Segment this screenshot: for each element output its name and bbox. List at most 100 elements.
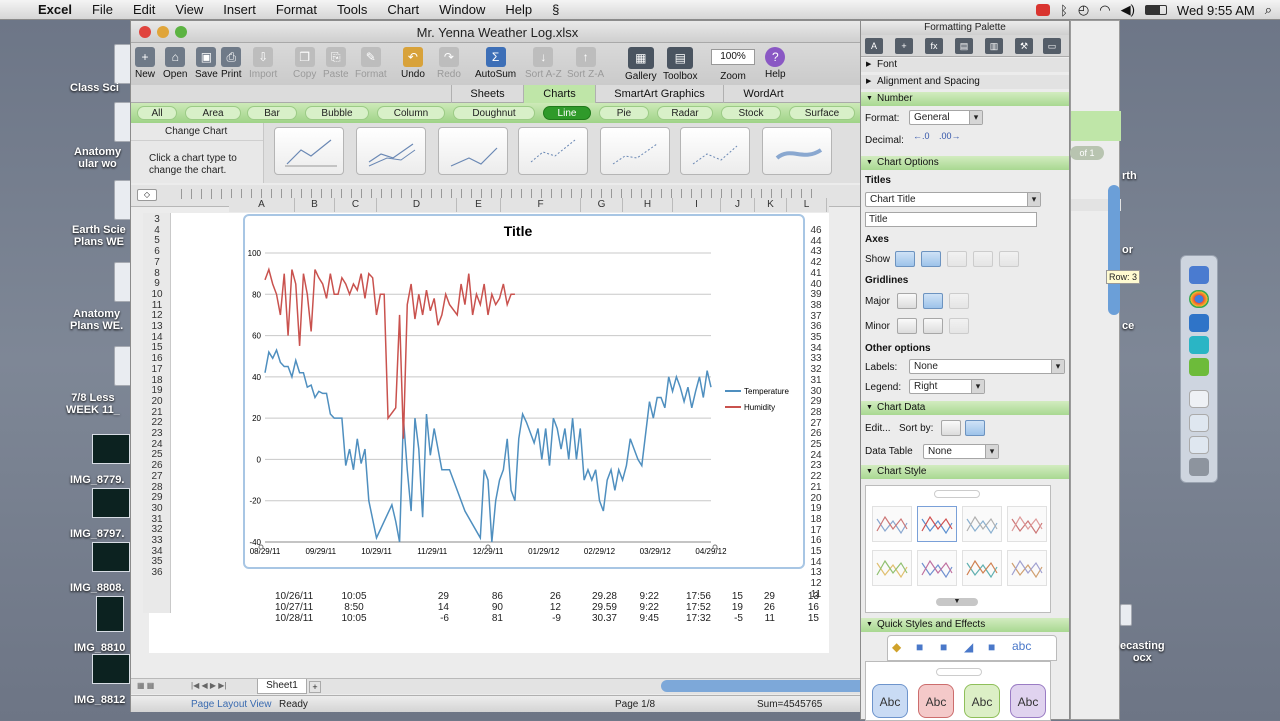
decrease-decimal-icon[interactable]: .00→ [939, 131, 961, 141]
app-icon[interactable] [1189, 336, 1209, 354]
chart-type-column[interactable]: Column [377, 106, 445, 120]
minor-depth-gridlines-button[interactable] [949, 318, 969, 334]
redo-button[interactable]: ↷ Redo [437, 47, 461, 80]
table-cell[interactable]: -9 [515, 613, 561, 624]
chart-style-thumbnail[interactable] [872, 550, 912, 586]
tab-smartart[interactable]: SmartArt Graphics [595, 85, 723, 103]
zoom-select[interactable]: 100% [711, 49, 755, 65]
row-header[interactable]: 23 [143, 428, 171, 440]
series-in-columns-button[interactable] [965, 420, 985, 436]
window-titlebar[interactable]: Mr. Yenna Weather Log.xlsx [131, 21, 864, 43]
cell-value[interactable]: 28 [806, 407, 826, 419]
table-cell[interactable]: 86 [457, 591, 503, 602]
line-chart-thumbnail[interactable] [438, 127, 508, 175]
table-cell[interactable]: 15 [773, 613, 819, 624]
table-cell[interactable]: 13 [773, 591, 819, 602]
chart-style-thumbnail[interactable] [962, 550, 1002, 586]
chart-style-thumbnail[interactable] [1007, 550, 1047, 586]
quick-style-blue[interactable]: Abc [872, 684, 908, 718]
table-cell[interactable]: 10/28/11 [275, 613, 321, 624]
desktop-item-label[interactable]: IMG_8810 [74, 642, 125, 654]
major-horizontal-gridlines-button[interactable] [897, 293, 917, 309]
chart-title-select[interactable]: Chart Title [865, 192, 1041, 207]
table-cell[interactable]: 26 [515, 591, 561, 602]
table-cell[interactable]: 81 [457, 613, 503, 624]
chart-object[interactable]: Title 100 80 60 40 20 0 -20 -40 08/29/11 09/29/11 1… [243, 214, 805, 569]
zoom-control[interactable]: 100% Zoom [711, 47, 755, 82]
table-cell[interactable]: 10:05 [331, 591, 377, 602]
palette-title[interactable]: Formatting Palette [861, 21, 1069, 35]
row-header[interactable]: 20 [143, 396, 171, 408]
major-vertical-gridlines-button[interactable] [923, 293, 943, 309]
document-icon[interactable] [1189, 436, 1209, 454]
reference-tools-icon[interactable]: ▥ [985, 38, 1003, 54]
gallery-scroll-down-icon[interactable]: ▼ [936, 598, 978, 606]
menu-format[interactable]: Format [266, 2, 327, 17]
line-style-icon[interactable]: ◢ [964, 640, 973, 654]
document-icon[interactable] [1189, 390, 1209, 408]
spotlight-icon[interactable]: ⌕ [1265, 2, 1272, 18]
labels-select[interactable]: None [909, 359, 1065, 374]
chart-type-bubble[interactable]: Bubble [305, 106, 369, 120]
section-chart-style[interactable]: Chart Style [861, 465, 1069, 479]
major-depth-gridlines-button[interactable] [949, 293, 969, 309]
row-header[interactable]: 10 [143, 289, 171, 301]
desktop-item-label[interactable]: ce [1122, 320, 1134, 332]
selection-handle[interactable] [485, 544, 491, 550]
menu-chart[interactable]: Chart [377, 2, 429, 17]
chart-type-pie[interactable]: Pie [599, 106, 649, 120]
desktop-image-thumbnail[interactable] [92, 654, 130, 684]
3d-line-chart-thumbnail[interactable] [762, 127, 832, 175]
table-cell[interactable]: 14 [403, 602, 449, 613]
chart-type-bar[interactable]: Bar [247, 106, 297, 120]
selection-handle[interactable] [258, 544, 264, 550]
desktop-item-label[interactable]: Class Sci [70, 82, 119, 94]
selection-handle[interactable] [712, 544, 718, 550]
desktop-item-label[interactable]: Anatomy Plans WE. [70, 308, 123, 332]
volume-icon[interactable]: ◀) [1121, 2, 1135, 18]
table-cell[interactable]: 11 [729, 613, 775, 624]
script-menu-icon[interactable]: § [542, 2, 569, 17]
vertical-axis-button[interactable] [921, 251, 941, 267]
line-marker-chart-thumbnail[interactable] [680, 127, 750, 175]
format-select[interactable]: General [909, 110, 983, 125]
menu-insert[interactable]: Insert [213, 2, 266, 17]
row-header[interactable]: 27 [143, 471, 171, 483]
chart-style-thumbnail[interactable] [917, 550, 957, 586]
desktop-image-thumbnail[interactable] [96, 596, 124, 632]
menu-edit[interactable]: Edit [123, 2, 165, 17]
table-cell[interactable]: 29.59 [571, 602, 617, 613]
object-palette-icon[interactable]: + [895, 38, 913, 54]
series-in-rows-button[interactable] [941, 420, 961, 436]
cell-value[interactable]: 46 [806, 225, 826, 237]
axis-option-button[interactable] [973, 251, 993, 267]
table-cell[interactable]: 9:22 [613, 602, 659, 613]
section-font[interactable]: Font [861, 58, 1069, 72]
row-header[interactable]: 30 [143, 503, 171, 515]
line-chart-thumbnail[interactable] [274, 127, 344, 175]
row-header[interactable]: 13 [143, 321, 171, 333]
cell-value[interactable]: 25 [806, 439, 826, 451]
format-button[interactable]: ✎ Format [355, 47, 387, 80]
table-cell[interactable]: 10/26/11 [275, 591, 321, 602]
horizontal-axis-button[interactable] [895, 251, 915, 267]
desktop-item-label[interactable]: ecasting ocx [1120, 640, 1165, 664]
desktop-image-thumbnail[interactable] [92, 434, 130, 464]
row-header[interactable]: 33 [143, 535, 171, 547]
word-icon[interactable] [1189, 314, 1209, 332]
autosum-button[interactable]: Σ AutoSum [475, 47, 516, 80]
scrapbook-icon[interactable]: ▤ [955, 38, 973, 54]
table-cell[interactable]: 9:45 [613, 613, 659, 624]
copy-button[interactable]: ❐ Copy [293, 47, 316, 80]
menu-file[interactable]: File [82, 2, 123, 17]
table-cell[interactable]: 29.28 [571, 591, 617, 602]
sort-za-button[interactable]: ↑ Sort Z-A [567, 47, 604, 80]
add-sheet-icon[interactable]: + [309, 681, 321, 693]
desktop-item-label[interactable]: IMG_8779. [70, 474, 124, 486]
chart-title-input[interactable]: Title [865, 212, 1037, 227]
desktop-item-label[interactable]: Anatomy ular wo [74, 146, 121, 170]
print-button[interactable]: ⎙ Print [221, 47, 242, 80]
column-header-e[interactable]: E [457, 198, 501, 212]
chart-style-thumbnail[interactable] [872, 506, 912, 542]
formatting-icon[interactable]: A [865, 38, 883, 54]
